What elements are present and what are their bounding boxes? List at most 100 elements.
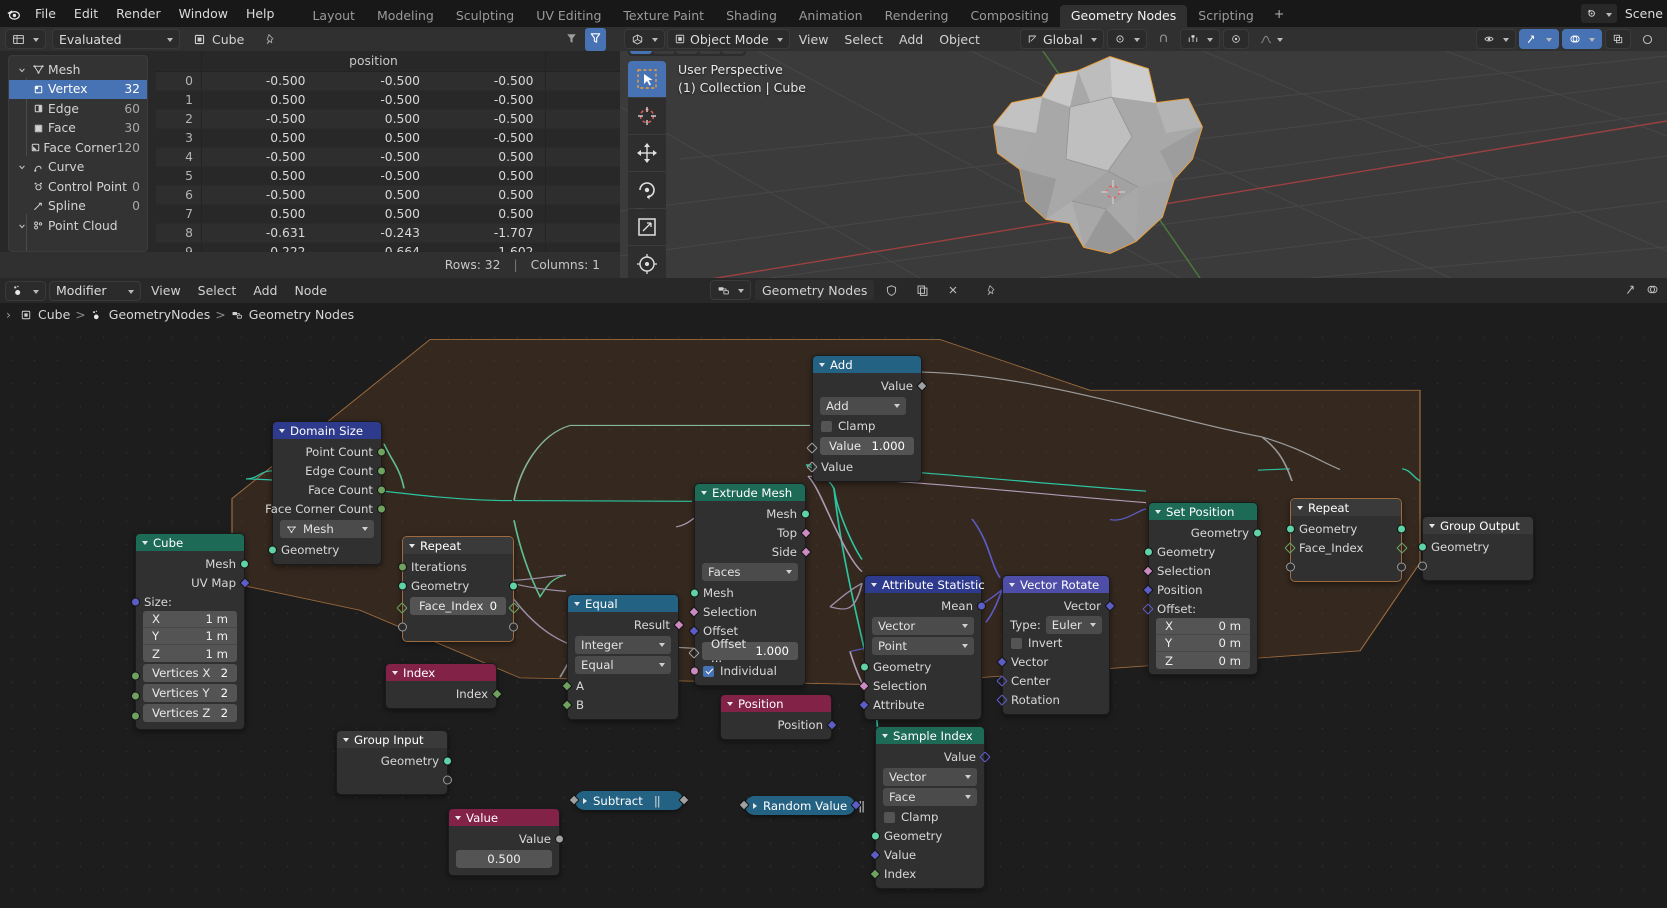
input-value-b[interactable]: Value	[806, 457, 921, 476]
collapse-triangle-icon[interactable]	[819, 362, 825, 367]
node-domain-size[interactable]: Domain Size Point Count Edge Count Face …	[265, 421, 386, 565]
socket-value-b-in[interactable]	[806, 460, 818, 473]
input-offset-label[interactable]: Offset:	[1142, 599, 1257, 618]
node-repeat-output[interactable]: Repeat Geometry Face_Index	[1284, 498, 1408, 582]
proportional-edit-toggle[interactable]	[1222, 29, 1249, 49]
output-value[interactable]: Value	[449, 829, 564, 848]
socket-geometry-in[interactable]	[871, 831, 880, 840]
node-header-repeat-output[interactable]: Repeat	[1291, 499, 1401, 516]
socket-mean-out[interactable]	[977, 601, 986, 610]
socket-geometry-in[interactable]	[268, 545, 277, 554]
input-face-index[interactable]: Face_Index	[1284, 538, 1408, 557]
table-row[interactable]: 1 0.500 -0.500 -0.500	[156, 91, 620, 110]
cursor-tool-icon[interactable]	[628, 98, 666, 134]
socket-geometry-out[interactable]	[443, 756, 452, 765]
socket-center-in[interactable]	[996, 674, 1008, 687]
input-geometry[interactable]: Geometry	[860, 657, 981, 676]
node-menu-view[interactable]: View	[144, 281, 188, 301]
table-row[interactable]: 4 -0.500 -0.500 0.500	[156, 148, 620, 167]
socket-offset-in[interactable]	[1142, 602, 1154, 615]
input-vector[interactable]: Vector	[996, 652, 1109, 671]
output-point-count[interactable]: Point Count	[273, 442, 386, 461]
input-vertices-x[interactable]: Vertices X 2	[143, 664, 237, 682]
input-value[interactable]: Value	[869, 845, 984, 864]
dropdown-domain[interactable]: Face	[883, 788, 977, 806]
node-pin-button[interactable]	[978, 280, 1005, 300]
socket-geometry-in[interactable]	[1418, 542, 1427, 551]
breadcrumb-item-nodetree[interactable]: Geometry Nodes	[231, 307, 354, 322]
table-row[interactable]: 3 0.500 0.500 -0.500	[156, 129, 620, 148]
socket-top-out[interactable]	[800, 526, 812, 539]
checkbox-clamp[interactable]: Clamp	[876, 808, 984, 826]
breadcrumb-item-modifier[interactable]: GeometryNodes	[91, 307, 210, 322]
input-index[interactable]: Index	[869, 864, 984, 883]
expand-triangle-icon[interactable]	[583, 797, 587, 804]
node-extrude-mesh[interactable]: Extrude Mesh Mesh Top Side Faces Mesh Se…	[688, 483, 812, 686]
socket-geometry-in[interactable]	[1144, 547, 1153, 556]
node-menu-node[interactable]: Node	[287, 281, 334, 301]
socket-value-out[interactable]	[979, 750, 991, 763]
object-mode-dropdown[interactable]: Object Mode	[667, 29, 790, 49]
collapse-triangle-icon[interactable]	[343, 737, 349, 742]
snap-toggle-button[interactable]	[1150, 29, 1177, 49]
node-canvas[interactable]: Cube Mesh UV Map Size: X 1 m Y 1 m Z 1 m…	[0, 326, 1667, 908]
input-geometry[interactable]: Geometry	[871, 826, 984, 845]
output-index[interactable]: Index	[386, 684, 503, 703]
node-header-attribute-statistic[interactable]: Attribute Statistic	[865, 576, 985, 593]
dataset-row-control-point[interactable]: Control Point 0	[9, 177, 147, 197]
collapse-triangle-icon[interactable]	[1155, 509, 1161, 514]
socket-uvmap-out[interactable]	[239, 576, 251, 589]
workspace-tab-texture-paint[interactable]: Texture Paint	[612, 5, 715, 27]
node-add[interactable]: Add Value Add Clamp Value 1.000 Value	[806, 355, 928, 482]
node-header-equal[interactable]: Equal	[568, 595, 678, 612]
workspace-tab-scripting[interactable]: Scripting	[1187, 5, 1265, 27]
table-row[interactable]: 8 -0.631 -0.243 -1.707	[156, 224, 620, 243]
output-position[interactable]: Position	[721, 715, 838, 734]
checkbox-invert[interactable]: Invert	[1003, 634, 1109, 652]
node-header-vector-rotate[interactable]: Vector Rotate	[1003, 576, 1109, 593]
socket-geometry-in[interactable]	[860, 662, 869, 671]
output-mesh[interactable]: Mesh	[695, 504, 810, 523]
input-mesh[interactable]: Mesh	[690, 583, 805, 602]
dropdown-domain[interactable]: Point	[872, 637, 974, 655]
output-vector[interactable]: Vector	[1003, 596, 1116, 615]
node-header-repeat-input[interactable]: Repeat	[403, 537, 513, 554]
collapse-triangle-icon[interactable]	[1429, 523, 1435, 528]
socket-face-index-in[interactable]	[1284, 541, 1296, 554]
collapse-triangle-icon[interactable]	[871, 582, 877, 587]
workspace-tab-rendering[interactable]: Rendering	[874, 5, 960, 27]
socket-vertices-z-in[interactable]	[131, 711, 140, 721]
node-header-extrude-mesh[interactable]: Extrude Mesh	[695, 484, 805, 501]
socket-result-out[interactable]	[673, 618, 685, 631]
viewport-menu-add[interactable]: Add	[892, 29, 930, 49]
socket-selection-in[interactable]	[1142, 564, 1154, 577]
spreadsheet-pin-button[interactable]	[257, 29, 284, 49]
node-header-subtract[interactable]: Subtract ||	[575, 791, 683, 810]
node-header-index[interactable]: Index	[386, 664, 496, 681]
workspace-tab-compositing[interactable]: Compositing	[959, 5, 1059, 27]
socket-vertices-x-in[interactable]	[131, 671, 140, 681]
socket-a-in[interactable]	[561, 679, 573, 692]
group-input-extend-row[interactable]	[337, 770, 452, 789]
node-vector-rotate[interactable]: Vector Rotate Vector Type: Euler Invert …	[996, 575, 1116, 715]
socket-index-in[interactable]	[869, 867, 881, 880]
menu-edit[interactable]: Edit	[65, 0, 107, 27]
offset-x-row[interactable]: X 0 m	[1156, 618, 1250, 635]
socket-size-in[interactable]	[131, 597, 140, 606]
node-header-add[interactable]: Add	[813, 356, 921, 373]
socket-extend-in[interactable]	[1286, 562, 1295, 571]
node-value[interactable]: Value Value 0.500	[448, 808, 564, 876]
rotate-tool-icon[interactable]	[628, 172, 666, 208]
socket-extend-in[interactable]	[1418, 561, 1427, 570]
input-geometry[interactable]: Geometry	[1144, 542, 1257, 561]
node-datablock-name[interactable]: Geometry Nodes	[755, 280, 875, 300]
input-value-a[interactable]: Value 1.000	[820, 437, 914, 455]
input-geometry[interactable]: Geometry	[268, 540, 381, 559]
output-top[interactable]: Top	[695, 523, 812, 542]
size-x-row[interactable]: X 1 m	[143, 611, 237, 628]
expand-triangle-icon[interactable]	[753, 802, 757, 809]
socket-mesh-in[interactable]	[690, 588, 699, 597]
dataset-row-vertex[interactable]: Vertex 32	[9, 79, 147, 99]
output-side[interactable]: Side	[695, 542, 812, 561]
socket-geometry-in[interactable]	[1286, 524, 1295, 533]
